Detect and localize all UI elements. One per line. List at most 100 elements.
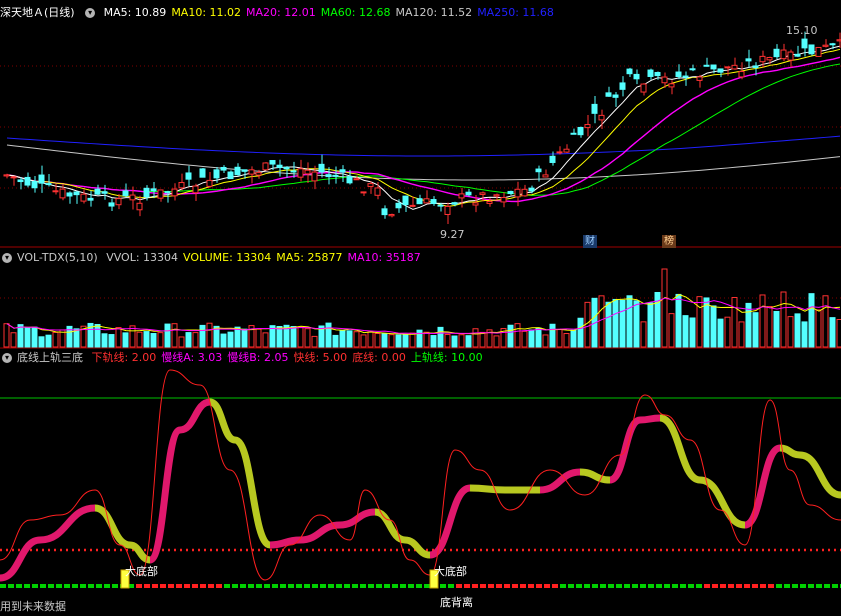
- volume-bar: [724, 316, 731, 348]
- candle-body: [724, 66, 731, 69]
- stock-title[interactable]: 深天地Ａ: [0, 6, 44, 19]
- candle-body: [598, 114, 605, 121]
- volume-title[interactable]: VOL-TDX(5,10): [17, 251, 98, 264]
- candle-body: [500, 197, 507, 203]
- status-strip-cell: [480, 584, 486, 588]
- candle-body: [549, 155, 556, 163]
- volume-bar: [360, 334, 367, 348]
- status-strip-cell: [624, 584, 630, 588]
- volume-bar: [465, 335, 472, 348]
- candle-body: [430, 199, 437, 205]
- status-strip-cell: [256, 584, 262, 588]
- candle-body: [458, 193, 465, 199]
- status-strip-cell: [368, 584, 374, 588]
- status-strip-cell: [80, 584, 86, 588]
- status-strip-cell: [304, 584, 310, 588]
- status-strip-cell: [56, 584, 62, 588]
- candle-body: [409, 204, 416, 207]
- volume-bar: [738, 321, 745, 348]
- candle-body: [787, 51, 794, 61]
- collapse-icon[interactable]: ▾: [2, 253, 12, 263]
- volume-bar: [598, 295, 605, 348]
- slow-line-segment: [539, 468, 581, 494]
- status-strip-cell: [664, 584, 670, 588]
- ind-legend-item-2: 慢线B: 2.05: [227, 351, 289, 364]
- chart-canvas[interactable]: [0, 0, 841, 616]
- status-strip-cell: [16, 584, 22, 588]
- candle-body: [416, 198, 423, 205]
- volume-bar: [619, 299, 626, 348]
- status-strip-cell: [408, 584, 414, 588]
- collapse-icon[interactable]: ▾: [2, 353, 12, 363]
- status-strip-cell: [720, 584, 726, 588]
- volume-bar: [759, 294, 766, 348]
- slow-line-segment: [699, 476, 746, 529]
- candle-body: [318, 163, 325, 173]
- candle-body: [73, 191, 80, 196]
- price-panel-header: 深天地Ａ(日线) ▾ MA5: 10.89 MA10: 11.02 MA20: 12…: [0, 5, 564, 21]
- status-strip-cell: [696, 584, 702, 588]
- status-strip-cell: [64, 584, 70, 588]
- status-strip-cell: [192, 584, 198, 588]
- status-strip-cell: [112, 584, 118, 588]
- candle-body: [157, 189, 164, 199]
- status-strip-cell: [768, 584, 774, 588]
- candle-body: [745, 58, 752, 62]
- volume-bar: [199, 324, 206, 348]
- collapse-icon[interactable]: ▾: [85, 8, 96, 18]
- status-strip-cell: [456, 584, 462, 588]
- status-strip-cell: [200, 584, 206, 588]
- candle-body: [45, 183, 52, 186]
- volume-bar: [535, 327, 542, 348]
- volume-bar: [521, 330, 528, 348]
- volume-bar: [612, 298, 619, 348]
- ma-legend-item-5: MA250: 11.68: [477, 6, 554, 19]
- vol-legend-item-0: VVOL: 13304: [106, 251, 179, 264]
- candle-body: [276, 164, 283, 168]
- ma10-line: [6, 48, 841, 207]
- status-strip-cell: [544, 584, 550, 588]
- volume-bar: [563, 333, 570, 348]
- indicator-title[interactable]: 底线上轨三底: [17, 351, 83, 364]
- candle-body: [682, 75, 689, 78]
- status-strip-cell: [32, 584, 38, 588]
- candle-body: [556, 151, 563, 154]
- candle-body: [472, 202, 479, 206]
- status-strip-cell: [648, 584, 654, 588]
- candle-body: [248, 169, 255, 175]
- status-strip-cell: [104, 584, 110, 588]
- rank-badge[interactable]: 榜: [662, 235, 676, 248]
- candle-body: [423, 198, 430, 204]
- volume-bar: [143, 331, 150, 348]
- volume-bar: [794, 313, 801, 348]
- volume-bar: [150, 333, 157, 348]
- slow-line-segment: [148, 426, 182, 564]
- candle-body: [38, 174, 45, 184]
- candle-body: [185, 172, 192, 180]
- volume-bar: [542, 334, 549, 348]
- status-strip-cell: [728, 584, 734, 588]
- status-strip-cell: [208, 584, 214, 588]
- slow-line-segment: [374, 508, 406, 544]
- candle-body: [661, 76, 668, 84]
- volume-bar: [752, 312, 759, 348]
- volume-bar: [668, 313, 675, 348]
- ma-legend-item-0: MA5: 10.89: [103, 6, 167, 19]
- status-strip-cell: [520, 584, 526, 588]
- volume-bar: [388, 334, 395, 348]
- vol-legend-item-1: VOLUME: 13304: [183, 251, 272, 264]
- candle-body: [752, 65, 759, 68]
- candle-body: [304, 169, 311, 175]
- volume-bar: [514, 323, 521, 348]
- candle-body: [164, 191, 171, 194]
- candle-body: [367, 183, 374, 187]
- candle-body: [199, 168, 206, 178]
- candle-body: [150, 188, 157, 192]
- volume-bar: [234, 326, 241, 348]
- status-strip-cell: [0, 584, 6, 588]
- volume-bar: [458, 334, 465, 348]
- candle-body: [360, 191, 367, 194]
- candle-body: [815, 46, 822, 57]
- finance-badge[interactable]: 财: [583, 235, 597, 248]
- ind-legend-item-5: 上轨线: 10.00: [410, 351, 483, 364]
